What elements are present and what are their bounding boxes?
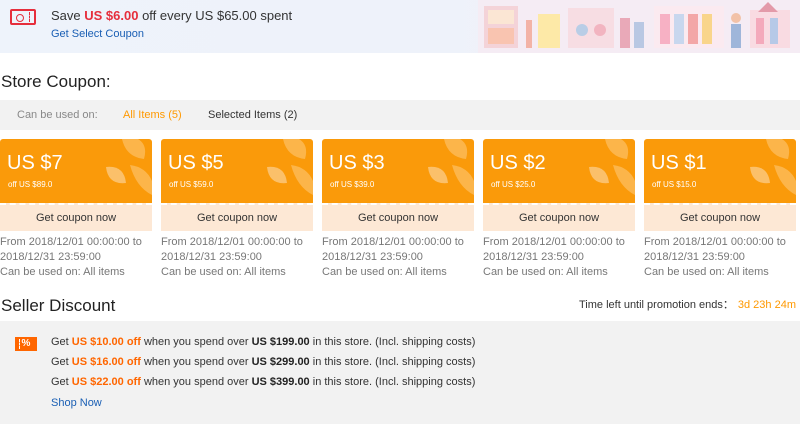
coupon-minimum: off US $89.0 — [8, 180, 53, 189]
coupon-amount: US $3 — [329, 152, 385, 174]
coupon-minimum: off US $59.0 — [169, 180, 214, 189]
coupon-face: US $5 off US $59.0 — [161, 139, 313, 203]
coupon-valid-from: From 2018/12/01 00:00:00 to — [161, 236, 303, 248]
coupon-amount: US $7 — [7, 152, 63, 174]
store-illustration — [478, 0, 800, 53]
coupon-minimum: off US $15.0 — [652, 180, 697, 189]
timer-label: Time left until promotion ends： — [579, 299, 734, 311]
discount-tier: Get US $10.00 off when you spend over US… — [51, 336, 476, 348]
get-coupon-button[interactable]: Get coupon now — [322, 203, 474, 231]
coupon-amount: US $2 — [490, 152, 546, 174]
coupon-minimum: off US $25.0 — [491, 180, 536, 189]
discount-tier: Get US $22.00 off when you spend over US… — [51, 376, 476, 388]
get-select-coupon-link[interactable]: Get Select Coupon — [51, 28, 144, 40]
coupon-valid-to: 2018/12/31 23:59:00 — [322, 251, 423, 263]
get-coupon-button[interactable]: Get coupon now — [161, 203, 313, 231]
coupon-card: US $7 off US $89.0 Get coupon now From 2… — [0, 139, 152, 280]
banner-amount: US $6.00 — [84, 8, 139, 23]
get-coupon-button[interactable]: Get coupon now — [644, 203, 796, 231]
coupon-scope: Can be used on: All items — [322, 266, 447, 278]
coupon-face: US $7 off US $89.0 — [0, 139, 152, 203]
coupon-validity: From 2018/12/01 00:00:00 to 2018/12/31 2… — [161, 235, 313, 280]
coupon-petal-decoration — [750, 139, 796, 195]
coupon-validity: From 2018/12/01 00:00:00 to 2018/12/31 2… — [322, 235, 474, 280]
get-coupon-button[interactable]: Get coupon now — [483, 203, 635, 231]
coupon-minimum: off US $39.0 — [330, 180, 375, 189]
discount-tier: Get US $16.00 off when you spend over US… — [51, 356, 476, 368]
promo-banner: Save US $6.00 off every US $65.00 spent … — [0, 0, 800, 53]
coupon-card: US $2 off US $25.0 Get coupon now From 2… — [483, 139, 635, 280]
coupon-face: US $3 off US $39.0 — [322, 139, 474, 203]
coupon-validity: From 2018/12/01 00:00:00 to 2018/12/31 2… — [644, 235, 796, 280]
coupon-ticket-icon — [10, 9, 36, 25]
coupon-card: US $3 off US $39.0 Get coupon now From 2… — [322, 139, 474, 280]
filter-label: Can be used on: — [17, 109, 98, 121]
coupon-scope: Can be used on: All items — [161, 266, 286, 278]
coupon-valid-to: 2018/12/31 23:59:00 — [0, 251, 101, 263]
coupon-valid-to: 2018/12/31 23:59:00 — [483, 251, 584, 263]
coupon-card: US $5 off US $59.0 Get coupon now From 2… — [161, 139, 313, 280]
coupon-valid-from: From 2018/12/01 00:00:00 to — [0, 236, 142, 248]
coupon-amount: US $5 — [168, 152, 224, 174]
timer-value: 3d 23h 24m — [737, 299, 796, 311]
banner-text: Save US $6.00 off every US $65.00 spent — [51, 8, 293, 23]
coupon-validity: From 2018/12/01 00:00:00 to 2018/12/31 2… — [0, 235, 152, 280]
coupon-card: US $1 off US $15.0 Get coupon now From 2… — [644, 139, 796, 280]
coupon-valid-from: From 2018/12/01 00:00:00 to — [322, 236, 464, 248]
seller-discount-title: Seller Discount — [1, 296, 116, 315]
coupon-scope: Can be used on: All items — [0, 266, 125, 278]
coupon-petal-decoration — [428, 139, 474, 195]
promotion-timer: Time left until promotion ends： 3d 23h 24… — [579, 296, 796, 312]
coupon-validity: From 2018/12/01 00:00:00 to 2018/12/31 2… — [483, 235, 635, 280]
coupon-filter-bar: Can be used on: All Items (5) Selected I… — [0, 100, 800, 130]
shop-now-link[interactable]: Shop Now — [51, 397, 102, 409]
coupon-face: US $2 off US $25.0 — [483, 139, 635, 203]
filter-selected-items[interactable]: Selected Items (2) — [208, 109, 297, 121]
get-coupon-button[interactable]: Get coupon now — [0, 203, 152, 231]
coupon-valid-to: 2018/12/31 23:59:00 — [644, 251, 745, 263]
coupon-amount: US $1 — [651, 152, 707, 174]
coupon-petal-decoration — [267, 139, 313, 195]
store-coupon-title: Store Coupon: — [1, 72, 111, 91]
coupon-valid-to: 2018/12/31 23:59:00 — [161, 251, 262, 263]
discount-panel: % Get US $10.00 off when you spend over … — [0, 321, 800, 424]
coupon-valid-from: From 2018/12/01 00:00:00 to — [483, 236, 625, 248]
coupon-face: US $1 off US $15.0 — [644, 139, 796, 203]
coupon-scope: Can be used on: All items — [644, 266, 769, 278]
coupon-scope: Can be used on: All items — [483, 266, 608, 278]
coupon-valid-from: From 2018/12/01 00:00:00 to — [644, 236, 786, 248]
coupon-petal-decoration — [106, 139, 152, 195]
filter-all-items[interactable]: All Items (5) — [123, 109, 182, 121]
percent-discount-icon: % — [15, 337, 37, 351]
coupon-petal-decoration — [589, 139, 635, 195]
